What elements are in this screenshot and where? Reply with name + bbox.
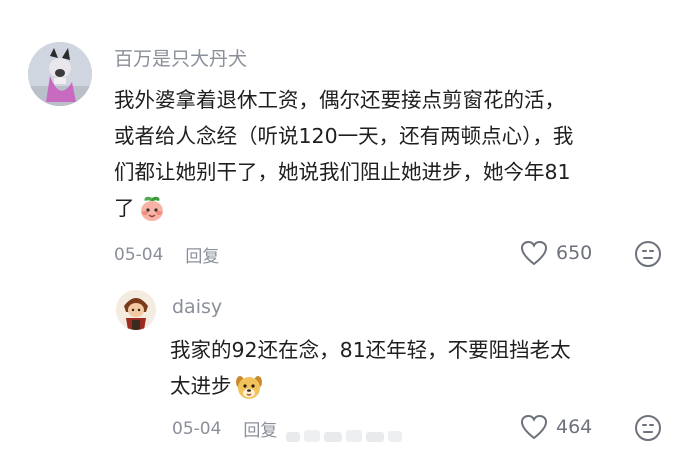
comment-meta: 05-04 回复 bbox=[172, 416, 277, 442]
comment-line: 我外婆拿着退休工资，偶尔还要接点剪窗花的活， bbox=[114, 88, 565, 112]
comment-username[interactable]: 百万是只大丹犬 bbox=[114, 44, 247, 71]
avatar[interactable] bbox=[116, 290, 156, 330]
comment-username[interactable]: daisy bbox=[172, 296, 222, 318]
comment-thread: 百万是只大丹犬 我外婆拿着退休工资，偶尔还要接点剪窗花的活， 或者给人念经（听说… bbox=[0, 0, 690, 456]
like-count: 464 bbox=[556, 416, 593, 438]
comment-date: 05-04 bbox=[114, 244, 164, 265]
avatar-character-image bbox=[116, 290, 156, 330]
comment-date: 05-04 bbox=[172, 418, 222, 439]
comment-line: 们都让她别干了，她说我们阻止她进步，她今年81 bbox=[114, 160, 571, 184]
comment-body: 我家的92还在念，81还年轻，不要阻挡老太 太进步 bbox=[170, 332, 571, 404]
like-count: 650 bbox=[556, 242, 593, 264]
heart-outline-icon bbox=[520, 414, 548, 440]
comment-meta: 05-04 回复 bbox=[114, 242, 219, 268]
reply-button[interactable]: 回复 bbox=[243, 416, 277, 441]
avatar[interactable] bbox=[28, 42, 92, 106]
smiley-face-icon[interactable] bbox=[634, 240, 662, 268]
comment-line-last: 太进步 bbox=[170, 368, 571, 404]
like-button[interactable]: 464 bbox=[520, 414, 592, 440]
comment-line: 我家的92还在念，81还年轻，不要阻挡老太 bbox=[170, 338, 571, 362]
comment-line-last: 了 bbox=[114, 190, 573, 226]
comment-body: 我外婆拿着退休工资，偶尔还要接点剪窗花的活， 或者给人念经（听说120一天，还有… bbox=[114, 82, 573, 226]
like-button[interactable]: 650 bbox=[520, 240, 592, 266]
comment-line: 或者给人念经（听说120一天，还有两顿点心），我 bbox=[114, 124, 574, 148]
comment-line-text: 了 bbox=[114, 196, 135, 220]
smiley-face-icon[interactable] bbox=[634, 414, 662, 442]
watermark-blur bbox=[286, 430, 402, 442]
comment-line-text: 太进步 bbox=[170, 374, 232, 398]
heart-outline-icon bbox=[520, 240, 548, 266]
dog-face-emoji bbox=[235, 376, 262, 399]
avatar-dog-image bbox=[28, 42, 92, 106]
peach-face-emoji bbox=[140, 196, 163, 221]
reply-button[interactable]: 回复 bbox=[185, 242, 219, 267]
